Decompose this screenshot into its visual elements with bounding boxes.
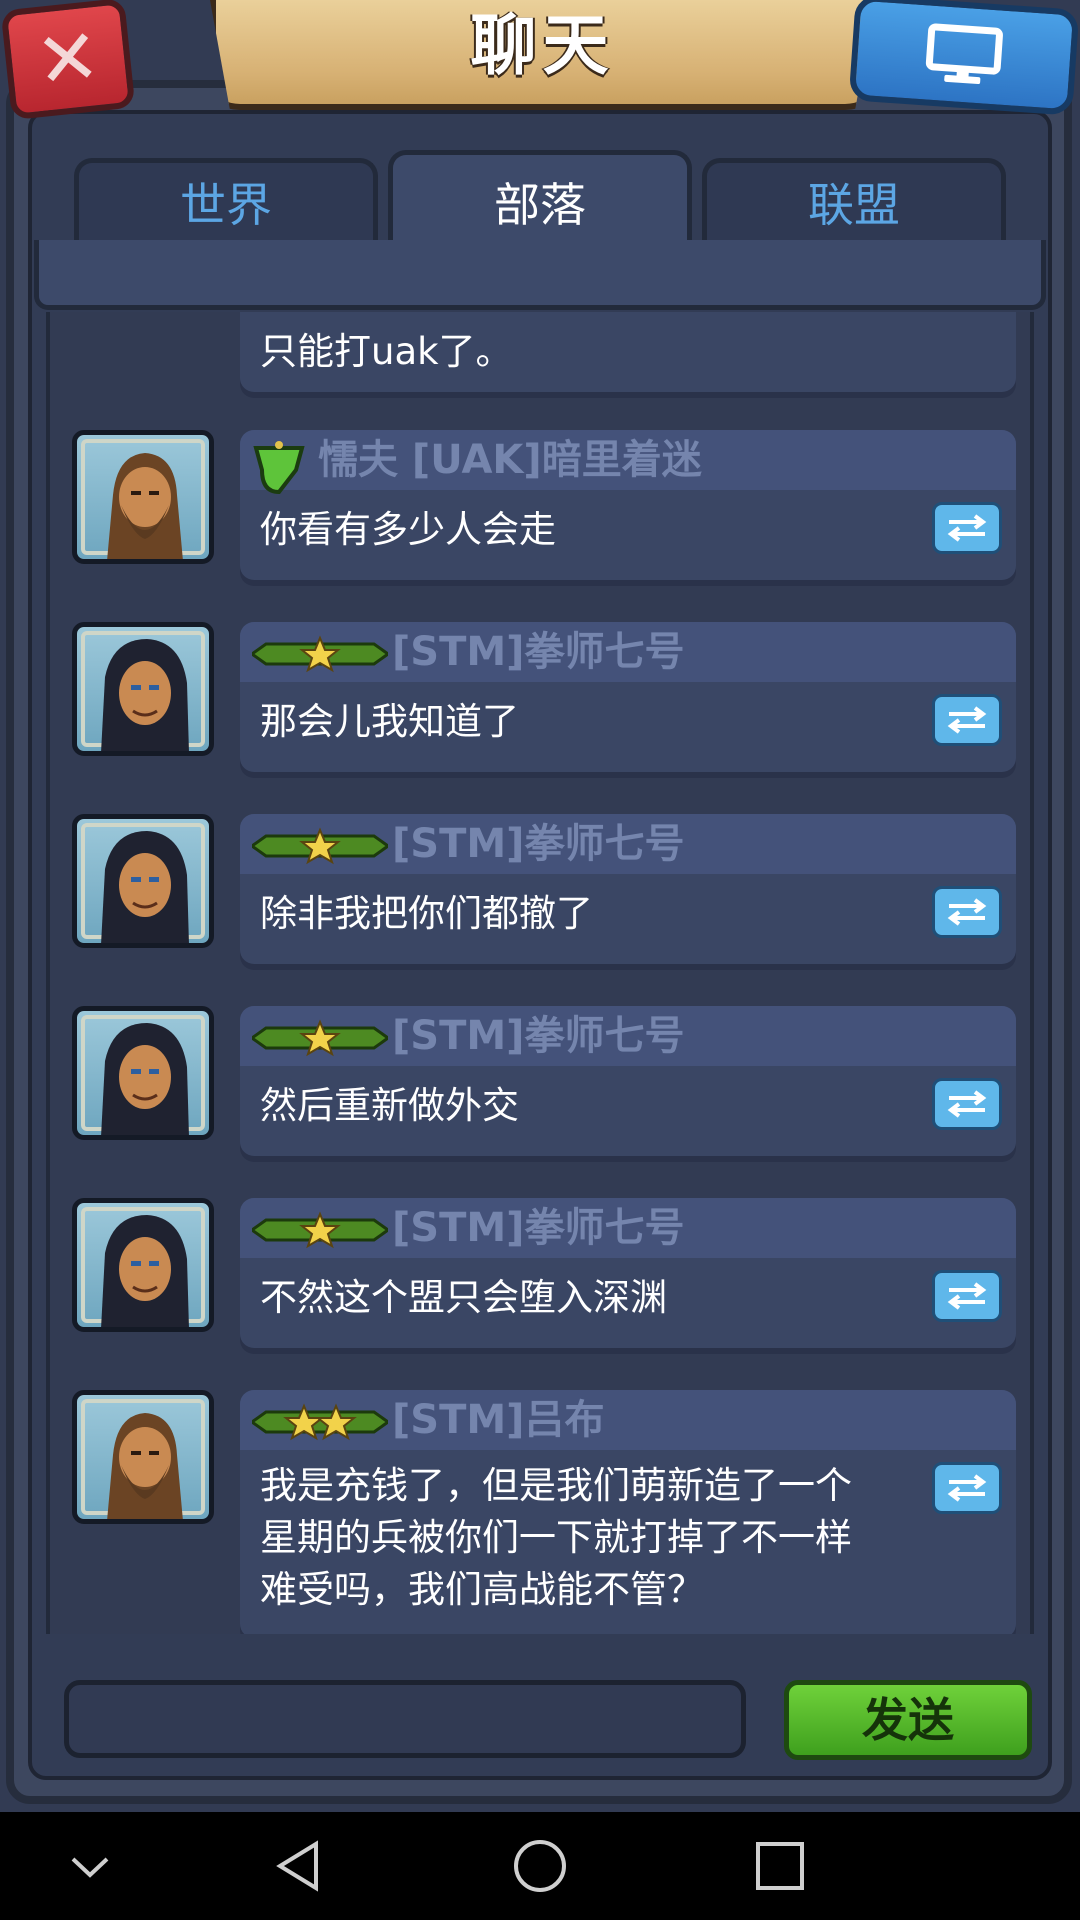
swap-arrows-icon xyxy=(947,1474,987,1502)
reply-button[interactable] xyxy=(932,1270,1002,1322)
sender-name[interactable]: [STM]吕布 xyxy=(392,1392,604,1448)
message-text: 除非我把你们都撤了 xyxy=(260,892,593,935)
long-haired-warrior-avatar[interactable] xyxy=(72,1198,214,1332)
monitor-button[interactable] xyxy=(848,0,1080,116)
swap-arrows-icon xyxy=(947,1090,987,1118)
tab-underline-strip xyxy=(34,240,1046,310)
rank-ribbon-icon xyxy=(252,1403,388,1441)
sender-name[interactable]: [STM]拳师七号 xyxy=(392,816,684,872)
message-text: 然后重新做外交 xyxy=(260,1084,519,1127)
message-list[interactable]: 只能打uak了。 懦夫 [UAK]暗里着迷 你看有多少人会走 [STM]拳师七号… xyxy=(46,312,1034,1634)
green-shield-icon xyxy=(253,441,305,494)
reply-button[interactable] xyxy=(932,886,1002,938)
tab-tribe[interactable]: 部落 xyxy=(388,150,692,250)
system-nav-bar xyxy=(0,1812,1080,1920)
message-bubble: [STM]拳师七号 不然这个盟只会堕入深渊 xyxy=(240,1198,1016,1348)
message-bubble: 只能打uak了。 xyxy=(240,312,1016,392)
swap-arrows-icon xyxy=(947,706,987,734)
rank-ribbon-icon xyxy=(252,635,388,673)
tab-alliance[interactable]: 联盟 xyxy=(702,158,1006,246)
sender-name[interactable]: [STM]拳师七号 xyxy=(392,1008,684,1064)
message-bubble: 懦夫 [UAK]暗里着迷 你看有多少人会走 xyxy=(240,430,1016,580)
swap-arrows-icon xyxy=(947,514,987,542)
sender-name[interactable]: [STM]拳师七号 xyxy=(392,1200,684,1256)
message-bubble: [STM]拳师七号 那会儿我知道了 xyxy=(240,622,1016,772)
rank-ribbon-icon xyxy=(252,1211,388,1249)
rank-ribbon-icon xyxy=(252,1019,388,1057)
back-icon xyxy=(276,1840,318,1892)
page-title: 聊天 xyxy=(470,7,615,84)
swap-arrows-icon xyxy=(947,1282,987,1310)
sender-name[interactable]: 懦夫 [UAK]暗里着迷 xyxy=(318,432,702,488)
chevron-down-icon xyxy=(71,1857,109,1878)
recents-icon xyxy=(756,1842,804,1890)
rank-ribbon-icon xyxy=(252,827,388,865)
bearded-warrior-avatar[interactable] xyxy=(72,430,214,564)
nav-home-button[interactable] xyxy=(495,1830,585,1902)
bearded-warrior-avatar[interactable] xyxy=(72,1390,214,1524)
long-haired-warrior-avatar[interactable] xyxy=(72,814,214,948)
message-bubble: [STM]拳师七号 除非我把你们都撤了 xyxy=(240,814,1016,964)
reply-button[interactable] xyxy=(932,1462,1002,1514)
swap-arrows-icon xyxy=(947,898,987,926)
message-text: 我是充钱了，但是我们萌新造了一个 星期的兵被你们一下就打掉了不一样 难受吗，我们… xyxy=(260,1464,852,1611)
monitor-icon xyxy=(925,23,1003,85)
close-x-icon: ✕ xyxy=(31,10,105,107)
message-text: 你看有多少人会走 xyxy=(260,508,556,551)
message-text: 那会儿我知道了 xyxy=(260,700,519,743)
send-button[interactable]: 发送 xyxy=(784,1680,1032,1760)
nav-collapse-button[interactable] xyxy=(45,1830,135,1902)
message-bubble: [STM]拳师七号 然后重新做外交 xyxy=(240,1006,1016,1156)
long-haired-warrior-avatar[interactable] xyxy=(72,622,214,756)
sender-name[interactable]: [STM]拳师七号 xyxy=(392,624,684,680)
chat-screen: 聊天 ✕ 世界 部落 联盟 只能打uak了。 懦夫 [UAK]暗里着迷 你看有多… xyxy=(0,0,1080,1812)
tab-world[interactable]: 世界 xyxy=(74,158,378,246)
close-button[interactable]: ✕ xyxy=(0,0,136,121)
nav-back-button[interactable] xyxy=(255,1830,345,1902)
message-bubble: [STM]吕布 我是充钱了，但是我们萌新造了一个 星期的兵被你们一下就打掉了不一… xyxy=(240,1390,1016,1634)
long-haired-warrior-avatar[interactable] xyxy=(72,1006,214,1140)
reply-button[interactable] xyxy=(932,1078,1002,1130)
reply-button[interactable] xyxy=(932,502,1002,554)
message-text: 只能打uak了。 xyxy=(260,330,513,373)
home-icon xyxy=(514,1840,566,1892)
reply-button[interactable] xyxy=(932,694,1002,746)
chat-input[interactable] xyxy=(64,1680,746,1758)
nav-recents-button[interactable] xyxy=(735,1830,825,1902)
message-text: 不然这个盟只会堕入深渊 xyxy=(260,1276,667,1319)
